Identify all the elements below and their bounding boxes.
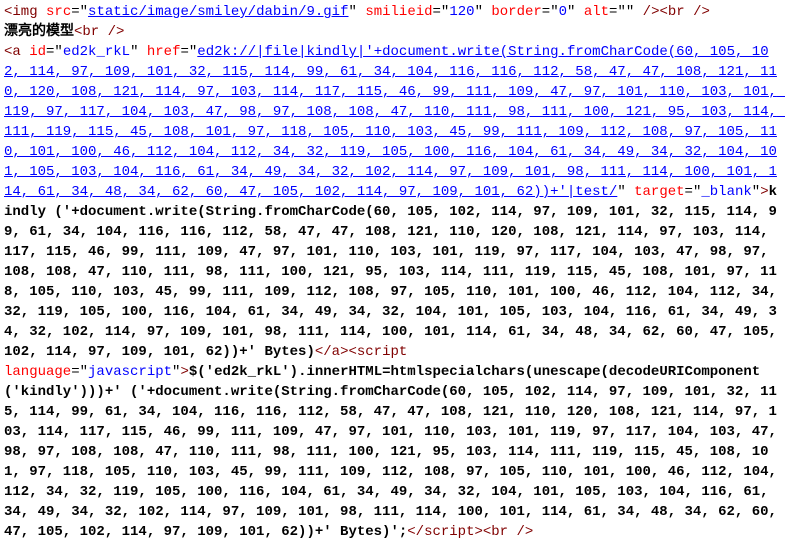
code-token-val: 120: [449, 4, 474, 20]
code-token-attr: alt: [584, 4, 609, 20]
code-token-tag: </a><script: [315, 344, 407, 360]
code-token-txt: 漂亮的模型: [4, 24, 74, 40]
code-token-tag: /><br: [643, 4, 693, 20]
code-token-punc: ": [130, 44, 147, 60]
code-line: <img src="static/image/smiley/dabin/9.gi…: [4, 4, 710, 20]
code-token-val: ed2k_rkL: [63, 44, 130, 60]
code-token-punc: =": [71, 4, 88, 20]
code-token-punc: ": [475, 4, 492, 20]
code-token-punc: =": [542, 4, 559, 20]
code-token-punc: =": [609, 4, 626, 20]
code-line: language="javascript">$('ed2k_rkL').inne…: [4, 364, 785, 540]
code-token-val: _blank: [701, 184, 751, 200]
code-token-attr: src: [46, 4, 71, 20]
code-token-tag: >: [760, 184, 768, 200]
code-token-tag: >: [180, 364, 188, 380]
code-token-attr: language: [4, 364, 71, 380]
code-line: <a id="ed2k_rkL" href="ed2k://|file|kind…: [4, 44, 785, 360]
code-token-tag: <br: [74, 24, 108, 40]
code-line: 漂亮的模型<br />: [4, 24, 124, 40]
code-token-punc: ": [617, 184, 634, 200]
code-token-punc: =": [180, 44, 197, 60]
code-token-punc: ": [567, 4, 584, 20]
code-token-txt: kindly ('+document.write(String.fromChar…: [4, 184, 785, 360]
code-token-punc: =": [71, 364, 88, 380]
code-token-tag: <a: [4, 44, 29, 60]
code-token-attr: smilieid: [365, 4, 432, 20]
code-token-tag: />: [693, 4, 710, 20]
code-token-attr: id: [29, 44, 46, 60]
code-token-tag: />: [108, 24, 125, 40]
code-token-punc: =": [433, 4, 450, 20]
code-token-attr: border: [491, 4, 541, 20]
code-token-punc: =": [685, 184, 702, 200]
code-token-attr: href: [147, 44, 181, 60]
code-token-punc: =": [46, 44, 63, 60]
code-token-attr: target: [634, 184, 684, 200]
code-token-tag: />: [516, 524, 533, 540]
code-token-punc: ": [626, 4, 643, 20]
code-token-val-u: static/image/smiley/dabin/9.gif: [88, 4, 348, 20]
code-token-val-u: ed2k://|file|kindly|'+document.write(Str…: [4, 44, 785, 200]
code-token-punc: ": [349, 4, 366, 20]
code-token-val: javascript: [88, 364, 172, 380]
code-token-tag: <img: [4, 4, 46, 20]
code-token-txt: $('ed2k_rkL').innerHTML=htmlspecialchars…: [4, 364, 785, 540]
source-code-view: <img src="static/image/smiley/dabin/9.gi…: [4, 2, 781, 542]
code-token-punc: ": [752, 184, 760, 200]
code-token-val: 0: [559, 4, 567, 20]
code-token-tag: </script><br: [407, 524, 516, 540]
